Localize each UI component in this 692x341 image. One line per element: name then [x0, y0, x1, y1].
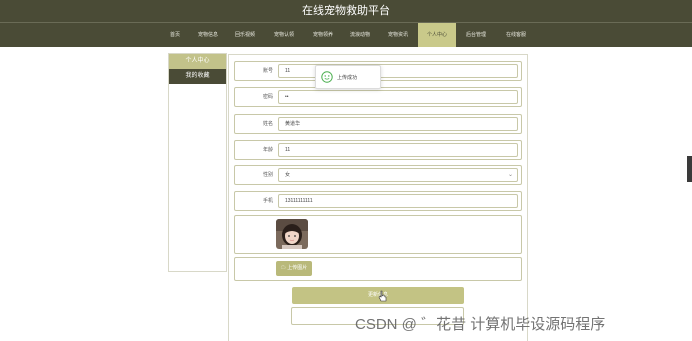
age-label: 年龄 [262, 147, 273, 153]
form-row-name: 姓名 黄道华 [234, 114, 522, 134]
gender-select[interactable]: 女 ⌄ [278, 168, 518, 182]
nav-item-pet-news[interactable]: 宠物资讯 [378, 23, 418, 47]
password-label: 密码 [262, 94, 273, 100]
phone-label: 手机 [262, 198, 273, 204]
gender-value: 女 [285, 172, 291, 178]
nav-item-pet-info[interactable]: 宠物信息 [190, 23, 226, 47]
upload-label: 上传图片 [287, 265, 308, 271]
success-toast: 上传成功 [315, 65, 381, 89]
account-input[interactable]: 11 [278, 64, 518, 78]
nav-item-pet-claim[interactable]: 宠物认领 [264, 23, 304, 47]
nav-item-online-service[interactable]: 在线客服 [496, 23, 536, 47]
avatar [276, 219, 308, 249]
toast-message: 上传成功 [337, 75, 358, 81]
upload-icon: ☁ [280, 265, 286, 271]
nav-item-pet-adopt[interactable]: 宠物领养 [304, 23, 342, 47]
account-label: 账号 [262, 68, 273, 74]
site-title: 在线宠物救助平台 [0, 0, 692, 23]
sidebar-item-favorites[interactable]: 我的收藏 [169, 69, 226, 84]
nav-item-home[interactable]: 首页 [160, 23, 190, 47]
form-row-password: 密码 •• [234, 87, 522, 107]
nav-item-personal-center[interactable]: 个人中心 [418, 23, 456, 47]
side-scroll-tab[interactable] [687, 156, 692, 182]
gender-label: 性别 [262, 172, 273, 178]
form-row-age: 年龄 11 [234, 140, 522, 160]
name-input[interactable]: 黄道华 [278, 117, 518, 131]
hand-cursor-icon [378, 290, 387, 302]
name-label: 姓名 [262, 121, 273, 127]
success-smile-icon [321, 71, 333, 83]
main-nav: 首页 宠物信息 回乐视频 宠物认领 宠物领养 流浪动物 宠物资讯 个人中心 后台… [0, 23, 692, 47]
age-input[interactable]: 11 [278, 143, 518, 157]
password-input[interactable]: •• [278, 90, 518, 104]
phone-input[interactable]: 13111111111 [278, 194, 518, 208]
sidebar-item-personal-center[interactable]: 个人中心 [169, 54, 226, 69]
form-row-gender: 性别 女 ⌄ [234, 165, 522, 185]
form-row-phone: 手机 13111111111 [234, 191, 522, 211]
chevron-down-icon: ⌄ [507, 172, 513, 178]
nav-item-admin[interactable]: 后台管理 [456, 23, 496, 47]
nav-item-stray-animals[interactable]: 流浪动物 [342, 23, 378, 47]
nav-item-video[interactable]: 回乐视频 [226, 23, 264, 47]
avatar-image [276, 219, 308, 249]
watermark-text: CSDN @ ゛花昔 计算机毕设源码程序 [355, 316, 606, 333]
sidebar: 个人中心 我的收藏 [168, 53, 227, 272]
upload-image-button[interactable]: ☁ 上传图片 [276, 261, 312, 276]
